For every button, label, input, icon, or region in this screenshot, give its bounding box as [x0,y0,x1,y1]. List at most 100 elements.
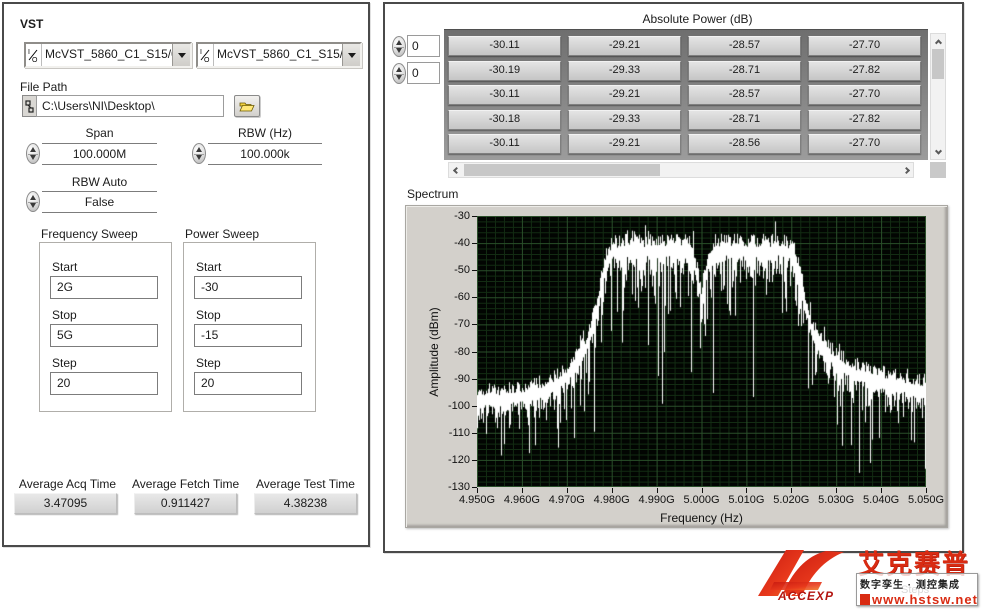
col-index-input[interactable]: 0 [407,62,440,84]
y-tick-label: -70 [422,318,470,330]
rbw-auto-spinner[interactable] [26,191,40,212]
panel-title: VST [20,17,43,31]
x-tick-mark [791,488,792,493]
scroll-down-button[interactable] [931,145,945,159]
x-tick-label: 4.950G [454,494,500,506]
horizontal-scroll-thumb[interactable] [464,164,660,176]
rbw-input[interactable]: 100.000k [208,143,322,165]
avg-acq-time-label: Average Acq Time [14,477,121,491]
freq-start-input[interactable]: 2G [50,276,158,299]
x-tick-label: 4.970G [544,494,590,506]
span-spinner[interactable] [26,143,40,164]
scroll-left-button[interactable] [449,163,463,177]
y-tick-label: -100 [422,400,470,412]
table-cell: -28.57 [688,36,801,56]
y-tick-mark [472,406,477,407]
table-horizontal-scrollbar[interactable] [448,162,914,178]
plot-area [477,216,926,487]
rbw-spinner[interactable] [192,143,206,164]
table-cell: -29.33 [568,110,681,130]
watermark-url: www.hstsw.net [860,592,974,607]
rbw-auto-select[interactable]: False [42,191,157,213]
x-tick-mark [746,488,747,493]
vst-resource-value-1: McVST_5860_C1_S15/1 [214,44,342,66]
chevron-down-icon [934,147,941,154]
power-sweep-group: Start -30 Stop -15 Step 20 [183,242,316,412]
seal-icon [860,594,870,605]
span-label: Span [42,126,157,140]
avg-fetch-time-label: Average Fetch Time [132,477,239,491]
chevron-down-icon [178,53,186,62]
table-cell: -27.70 [808,85,921,105]
path-icon [22,95,37,117]
y-tick-label: -130 [422,481,470,493]
decrement-icon [30,203,36,208]
increment-icon [30,195,36,200]
table-cell: -30.19 [448,61,561,81]
power-start-input[interactable]: -30 [194,276,302,299]
y-tick-mark [472,297,477,298]
col-index-spinner[interactable] [392,63,406,84]
freq-stop-input[interactable]: 5G [50,324,158,347]
file-path-label: File Path [20,80,67,94]
x-tick-mark [522,488,523,493]
table-vertical-scrollbar[interactable] [930,33,946,160]
table-cell: -28.71 [688,61,801,81]
scroll-up-button[interactable] [931,34,945,48]
y-tick-mark [472,352,477,353]
x-tick-label: 4.960G [499,494,545,506]
dropdown-arrow-button[interactable] [342,44,360,66]
y-tick-label: -110 [422,427,470,439]
vst-resource-value-0: McVST_5860_C1_S15/0 [42,44,172,66]
x-tick-label: 5.040G [858,494,904,506]
scroll-right-button[interactable] [899,163,913,177]
row-index-input[interactable]: 0 [407,35,440,57]
table-cell: -30.11 [448,134,561,154]
freq-step-label: Step [52,356,77,370]
x-axis-title: Frequency (Hz) [477,511,926,525]
power-step-input[interactable]: 20 [194,372,302,395]
power-stop-input[interactable]: -15 [194,324,302,347]
table-cell: -30.11 [448,36,561,56]
file-path-input[interactable]: C:\Users\NI\Desktop\ [36,95,224,117]
increment-icon [30,147,36,152]
table-cell: -29.21 [568,134,681,154]
chevron-up-icon [934,39,941,46]
watermark: ACCEXP 艾克赛普 数字孪生 · 测控集成 www.hstsw.net [752,540,984,610]
table-cell: -29.21 [568,36,681,56]
watermark-tagline: 数字孪生 · 测控集成 [860,576,974,591]
x-tick-mark [657,488,658,493]
power-step-label: Step [196,356,221,370]
row-index-spinner[interactable] [392,36,406,57]
span-input[interactable]: 100.000M [42,143,157,165]
vst-resource-dropdown-0[interactable]: IO McVST_5860_C1_S15/0 [24,42,192,68]
freq-step-input[interactable]: 20 [50,372,158,395]
avg-fetch-time-value: 0.911427 [134,493,237,514]
scrollbar-corner [930,162,946,178]
y-tick-label: -80 [422,346,470,358]
rbw-auto-label: RBW Auto [42,175,157,189]
table-cell: -30.11 [448,85,561,105]
svg-text:I: I [200,49,202,56]
y-tick-label: -40 [422,237,470,249]
power-sweep-label: Power Sweep [185,227,259,241]
avg-acq-time-value: 3.47095 [14,493,117,514]
x-tick-label: 5.020G [768,494,814,506]
graph-title: Spectrum [407,187,458,201]
vst-resource-dropdown-1[interactable]: IO McVST_5860_C1_S15/1 [196,42,362,68]
watermark-box: 数字孪生 · 测控集成 www.hstsw.net [856,573,978,606]
vertical-scroll-thumb[interactable] [932,49,944,79]
x-tick-mark [702,488,703,493]
power-stop-label: Stop [196,308,221,322]
table-cell: -27.82 [808,61,921,81]
x-tick-mark [881,488,882,493]
y-tick-label: -120 [422,454,470,466]
dropdown-arrow-button[interactable] [172,44,190,66]
y-tick-mark [472,379,477,380]
avg-test-time-value: 4.38238 [254,493,357,514]
io-name-icon: IO [198,44,214,66]
browse-button[interactable] [234,95,260,117]
x-tick-label: 4.990G [634,494,680,506]
table-cell: -28.71 [688,110,801,130]
table-cell: -29.21 [568,85,681,105]
